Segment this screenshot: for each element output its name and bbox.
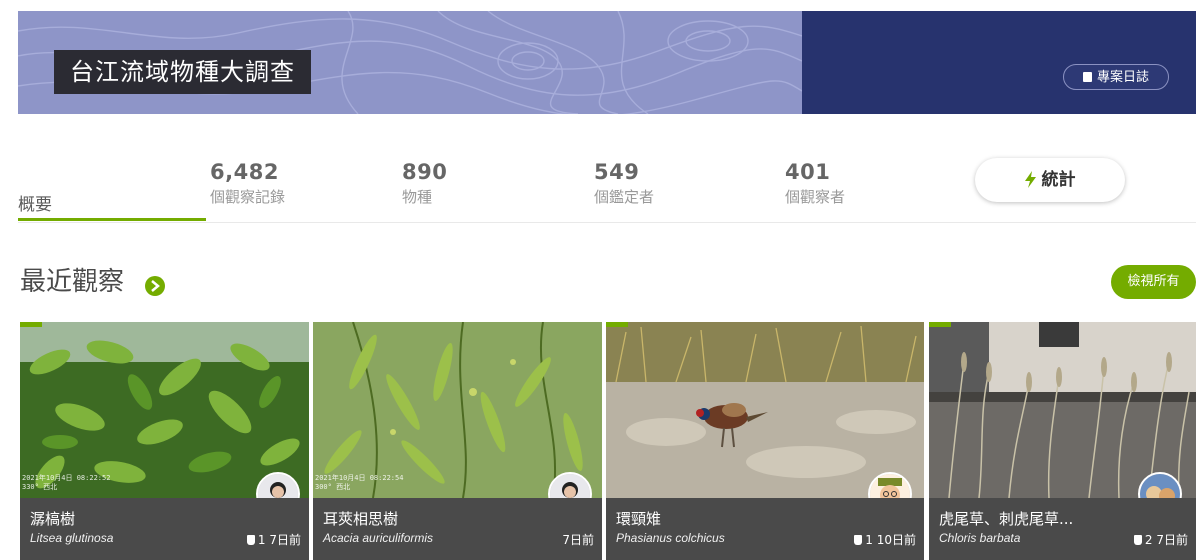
stat-observations[interactable]: 6,482 個觀察記錄 (210, 160, 285, 207)
time-ago: 7日前 (269, 533, 301, 547)
scientific-name: Chloris barbata (939, 531, 1021, 545)
quality-marker (929, 322, 951, 327)
stats-button-label: 統計 (1041, 170, 1076, 190)
time-ago: 10日前 (876, 533, 916, 547)
observation-photo[interactable] (313, 322, 602, 498)
arrow-right-icon[interactable] (145, 276, 165, 296)
observers-count: 401 (785, 160, 831, 184)
common-name[interactable]: 潺槁樹 (30, 508, 75, 529)
common-name[interactable]: 虎尾草、刺虎尾草... (939, 508, 1073, 529)
active-tab-indicator (18, 218, 206, 221)
identification-icon (1133, 535, 1142, 545)
observation-caption: 環頸雉 Phasianus colchicus 1 10日前 (606, 498, 924, 560)
identification-icon (246, 535, 255, 545)
recent-observations-heading: 最近觀察 (20, 267, 125, 297)
quality-marker (606, 322, 628, 327)
time-ago: 7日前 (1156, 533, 1188, 547)
observation-caption: 虎尾草、刺虎尾草... Chloris barbata 2 7日前 (929, 498, 1196, 560)
photo-timestamp: 2021年10月4日 08:22:54 300° 西北 (315, 474, 404, 491)
view-all-button[interactable]: 檢視所有 (1111, 265, 1196, 299)
stat-species[interactable]: 890 物種 (402, 160, 447, 207)
observers-label: 個觀察者 (785, 188, 846, 206)
observation-card[interactable]: 環頸雉 Phasianus colchicus 1 10日前 (606, 322, 924, 560)
scientific-name: Litsea glutinosa (30, 531, 114, 545)
bolt-icon (1024, 171, 1036, 188)
observation-card[interactable]: 虎尾草、刺虎尾草... Chloris barbata 2 7日前 (929, 322, 1196, 560)
photo-timestamp: 2021年10月4日 08:22:52 330° 西北 (22, 474, 111, 491)
observation-caption: 耳莢相思樹 Acacia auriculiformis 7日前 (313, 498, 602, 560)
stats-button[interactable]: 統計 (975, 158, 1125, 202)
common-name[interactable]: 環頸雉 (616, 508, 661, 529)
observation-meta: 2 7日前 (1133, 531, 1188, 548)
book-icon (1082, 72, 1092, 82)
observation-meta: 1 10日前 (854, 531, 916, 548)
project-banner: 台江流域物種大調查 專案日誌 (18, 11, 1196, 114)
observation-meta: 1 7日前 (246, 531, 301, 548)
project-title: 台江流域物種大調查 (54, 50, 311, 94)
stat-identifiers[interactable]: 549 個鑑定者 (594, 160, 654, 207)
observations-label: 個觀察記錄 (210, 188, 286, 206)
observation-caption: 潺槁樹 Litsea glutinosa 1 7日前 (20, 498, 309, 560)
species-label: 物種 (402, 188, 433, 206)
observation-photo[interactable] (606, 322, 924, 498)
identification-icon (854, 535, 863, 545)
identification-count: 2 (1144, 533, 1153, 547)
identification-count: 1 (257, 533, 266, 547)
observation-card[interactable]: 2021年10月4日 08:22:52 330° 西北 潺槁樹 Litsea g… (20, 322, 309, 560)
observation-photo[interactable] (20, 322, 309, 498)
journal-button[interactable]: 專案日誌 (1063, 64, 1169, 90)
observations-count: 6,482 (210, 160, 279, 184)
time-ago: 7日前 (562, 533, 594, 547)
identification-count: 1 (865, 533, 873, 547)
journal-label: 專案日誌 (1096, 70, 1149, 85)
species-count: 890 (402, 160, 448, 184)
quality-marker (20, 322, 42, 327)
common-name[interactable]: 耳莢相思樹 (323, 508, 398, 529)
tab-overview[interactable]: 概要 (18, 190, 52, 215)
scientific-name: Phasianus colchicus (616, 531, 725, 545)
scientific-name: Acacia auriculiformis (323, 531, 434, 545)
stat-observers[interactable]: 401 個觀察者 (785, 160, 845, 207)
identifiers-count: 549 (594, 160, 640, 184)
identifiers-label: 個鑑定者 (594, 188, 655, 206)
project-stats-bar: 概要 6,482 個觀察記錄 890 物種 549 個鑑定者 401 個觀察者 … (18, 150, 1196, 223)
observation-card[interactable]: 2021年10月4日 08:22:54 300° 西北 耳莢相思樹 Acacia… (313, 322, 602, 560)
